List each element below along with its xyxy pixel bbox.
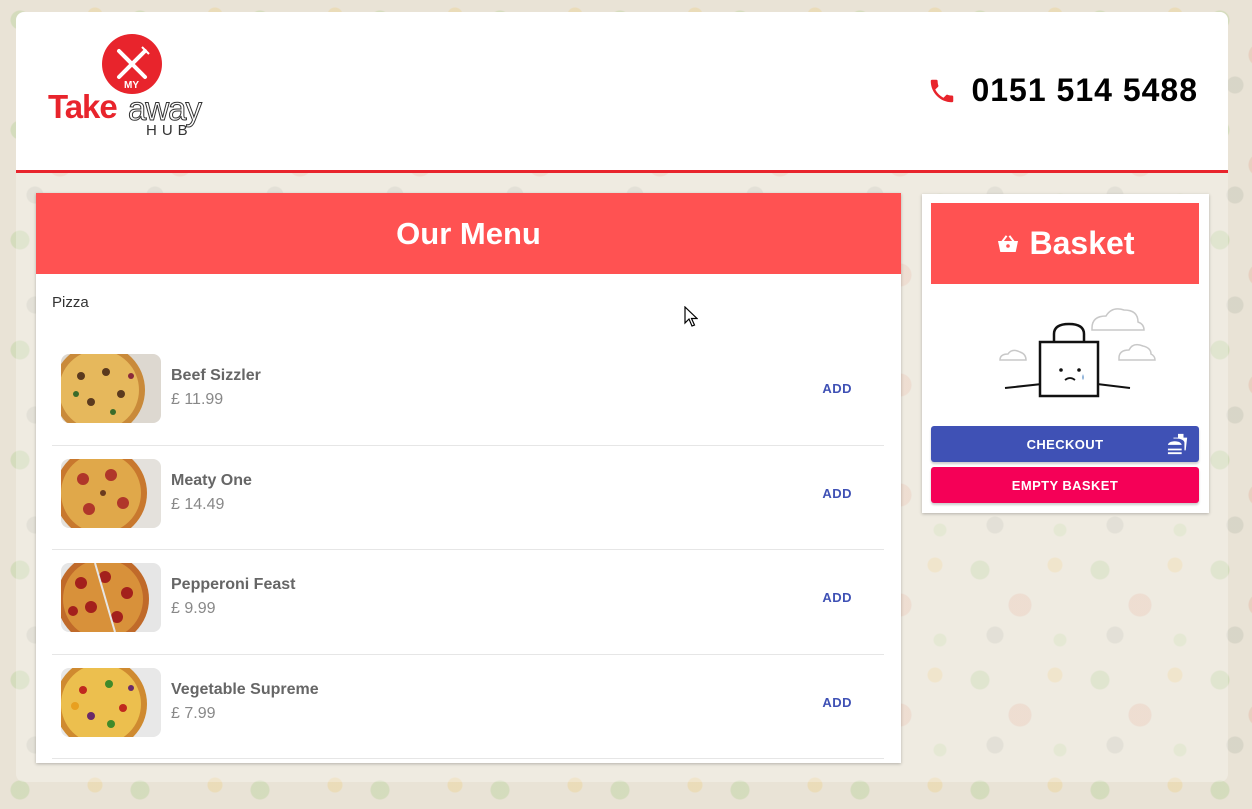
menu-title: Our Menu [36,193,901,274]
checkout-button[interactable]: CHECKOUT [931,426,1199,462]
takeaway-hub-logo[interactable]: MY Take away HUB [48,34,228,144]
phone-icon [931,79,954,102]
phone-number: 0151 514 5488 [971,72,1198,108]
basket-panel: Basket CHECKOUT EMPTY BASKET [922,194,1209,513]
item-name: Vegetable Supreme [171,680,319,698]
basket-title: Basket [1029,225,1135,261]
menu-item: Beef Sizzler £ 11.99 ADD [52,341,884,446]
logo-take-text: Take [48,88,118,125]
add-button[interactable]: ADD [820,691,854,714]
add-button[interactable]: ADD [820,586,854,609]
basket-header: Basket [931,203,1199,284]
item-price: £ 11.99 [171,391,224,408]
phone-contact[interactable]: 0151 514 5488 [927,72,1198,109]
basket-icon [997,234,1018,252]
empty-basket-illustration [999,308,1156,398]
empty-basket-button[interactable]: EMPTY BASKET [931,467,1199,503]
menu-item: Vegetable Supreme £ 7.99 ADD [52,655,884,759]
item-name: Beef Sizzler [171,367,261,384]
item-image-meaty-one [61,458,161,528]
logo-hub-text: HUB [146,122,193,139]
menu-item: Meaty One £ 14.49 ADD [52,446,884,550]
fastfood-icon [1167,433,1188,455]
item-price: £ 14.49 [171,495,225,513]
item-image-pepperoni-feast [61,563,161,632]
menu-panel: Our Menu Pizza Beef Sizzler £ 11.99 ADD [36,193,901,763]
item-image-beef-sizzler [61,354,161,423]
item-price: £ 9.99 [171,600,216,617]
menu-item: Pepperoni Feast £ 9.99 ADD [52,550,884,655]
item-image-vegetable-supreme [61,667,161,737]
add-button[interactable]: ADD [820,377,854,400]
category-label-pizza: Pizza [52,294,89,311]
checkout-label: CHECKOUT [1026,436,1104,452]
add-button[interactable]: ADD [820,482,854,505]
site-header: MY Take away HUB 0151 514 5488 [16,12,1228,173]
mouse-cursor-icon [684,306,698,327]
item-name: Pepperoni Feast [171,576,296,593]
item-price: £ 7.99 [171,704,216,722]
item-name: Meaty One [171,471,252,489]
menu-item-list: Beef Sizzler £ 11.99 ADD Meaty One £ 14.… [52,341,884,759]
